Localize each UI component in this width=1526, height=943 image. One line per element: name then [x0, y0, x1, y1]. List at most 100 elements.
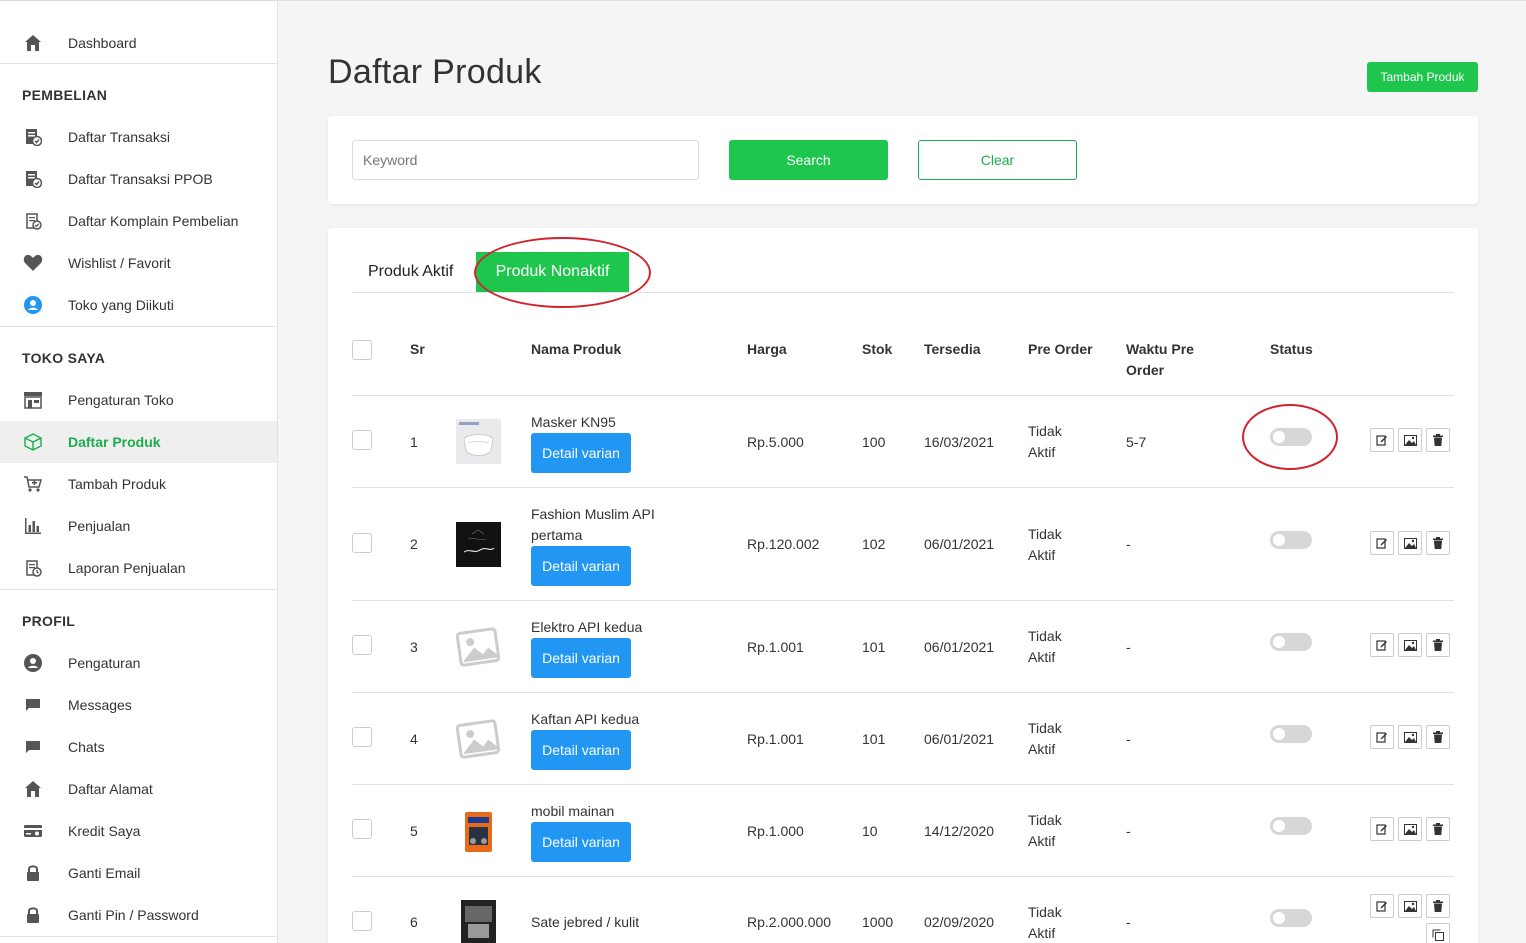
product-name-line1: Fashion Muslim API: [531, 506, 655, 522]
tambah-produk-button[interactable]: Tambah Produk: [1367, 62, 1478, 92]
sidebar-item-wishlist[interactable]: Wishlist / Favorit: [0, 242, 277, 284]
image-icon[interactable]: [1398, 894, 1422, 918]
sidebar-item-daftar-komplain[interactable]: Daftar Komplain Pembelian: [0, 200, 277, 242]
cell-pre-order: Tidak Aktif: [1028, 421, 1062, 463]
detail-varian-button[interactable]: Detail varian: [531, 546, 631, 586]
row-checkbox[interactable]: [352, 819, 372, 839]
receipt-check-icon: [22, 127, 44, 147]
sidebar-item-daftar-transaksi-ppob[interactable]: Daftar Transaksi PPOB: [0, 158, 277, 200]
sidebar-item-messages[interactable]: Messages: [0, 684, 277, 726]
cell-sr: 6: [410, 914, 418, 930]
header-waktu-line1: Waktu Pre: [1126, 341, 1194, 357]
cell-product-name: Masker KN95: [531, 414, 616, 430]
row-checkbox[interactable]: [352, 911, 372, 931]
image-icon[interactable]: [1398, 633, 1422, 657]
section-header-profil: PROFIL: [22, 613, 76, 629]
detail-varian-button[interactable]: Detail varian: [531, 433, 631, 473]
cell-waktu-pre-order: -: [1126, 731, 1131, 747]
status-toggle[interactable]: [1270, 531, 1312, 549]
copy-icon[interactable]: [1426, 923, 1450, 943]
sidebar-item-daftar-alamat[interactable]: Daftar Alamat: [0, 768, 277, 810]
detail-varian-button[interactable]: Detail varian: [531, 822, 631, 862]
sidebar-item-ganti-pin[interactable]: Ganti Pin / Password: [0, 894, 277, 936]
sidebar-item-pengaturan[interactable]: Pengaturan: [0, 642, 277, 684]
sidebar-item-label: Pengaturan: [68, 655, 141, 671]
delete-icon[interactable]: [1426, 531, 1450, 555]
row-checkbox[interactable]: [352, 635, 372, 655]
header-waktu-pre-order: Waktu Pre Order: [1126, 339, 1194, 381]
cell-pre-order: Tidak Aktif: [1028, 718, 1062, 760]
edit-icon[interactable]: [1370, 725, 1394, 749]
image-icon[interactable]: [1398, 428, 1422, 452]
sidebar-item-laporan-penjualan[interactable]: Laporan Penjualan: [0, 547, 277, 589]
tab-produk-aktif[interactable]: Produk Aktif: [368, 252, 453, 292]
detail-varian-button[interactable]: Detail varian: [531, 730, 631, 770]
divider: [0, 936, 277, 937]
clipboard-check-icon: [22, 211, 44, 231]
product-name-line2: pertama: [531, 527, 583, 543]
sidebar-item-label: Penjualan: [68, 518, 131, 534]
pre-order-line1: Tidak: [1028, 904, 1062, 920]
cell-tersedia: 02/09/2020: [924, 914, 995, 930]
header-pre-order: Pre Order: [1028, 341, 1093, 357]
image-icon[interactable]: [1398, 817, 1422, 841]
row-divider: [352, 600, 1454, 601]
image-icon[interactable]: [1398, 531, 1422, 555]
edit-icon[interactable]: [1370, 894, 1394, 918]
sidebar-item-ganti-email[interactable]: Ganti Email: [0, 852, 277, 894]
clear-button[interactable]: Clear: [918, 140, 1077, 180]
sidebar-item-chats[interactable]: Chats: [0, 726, 277, 768]
cell-stok: 10: [862, 823, 878, 839]
sidebar-item-toko-diikuti[interactable]: Toko yang Diikuti: [0, 284, 277, 326]
cell-product-name: Kaftan API kedua: [531, 711, 640, 727]
header-waktu-line2: Order: [1126, 362, 1165, 378]
row-checkbox[interactable]: [352, 727, 372, 747]
status-toggle[interactable]: [1270, 633, 1312, 651]
sidebar-item-label: Daftar Produk: [68, 434, 161, 450]
row-checkbox[interactable]: [352, 533, 372, 553]
sidebar-item-pengaturan-toko[interactable]: Pengaturan Toko: [0, 379, 277, 421]
edit-icon[interactable]: [1370, 531, 1394, 555]
cell-sr: 1: [410, 434, 418, 450]
cell-stok: 102: [862, 536, 886, 552]
delete-icon[interactable]: [1426, 894, 1450, 918]
edit-icon[interactable]: [1370, 817, 1394, 841]
delete-icon[interactable]: [1426, 428, 1450, 452]
status-toggle[interactable]: [1270, 909, 1312, 927]
placeholder-image-icon: [455, 625, 501, 670]
status-toggle[interactable]: [1270, 817, 1312, 835]
cell-product-name: Fashion Muslim API pertama: [531, 504, 655, 546]
bar-chart-icon: [22, 516, 44, 536]
delete-icon[interactable]: [1426, 633, 1450, 657]
select-all-checkbox[interactable]: [352, 340, 372, 360]
row-checkbox[interactable]: [352, 430, 372, 450]
cell-harga: Rp.1.000: [747, 823, 804, 839]
status-toggle[interactable]: [1270, 725, 1312, 743]
sidebar-item-daftar-transaksi[interactable]: Daftar Transaksi: [0, 116, 277, 158]
sidebar-item-tambah-produk[interactable]: Tambah Produk: [0, 463, 277, 505]
sidebar-item-dashboard[interactable]: Dashboard: [0, 22, 277, 64]
row-divider: [352, 487, 1454, 488]
sidebar-item-daftar-produk[interactable]: Daftar Produk: [0, 421, 277, 463]
delete-icon[interactable]: [1426, 725, 1450, 749]
keyword-input[interactable]: [352, 140, 699, 180]
sidebar-item-kredit-saya[interactable]: Kredit Saya: [0, 810, 277, 852]
cell-waktu-pre-order: -: [1126, 536, 1131, 552]
sidebar-item-label: Chats: [68, 739, 105, 755]
product-image-fashion: [456, 522, 501, 567]
clipboard-report-icon: [22, 558, 44, 578]
delete-icon[interactable]: [1426, 817, 1450, 841]
header-status: Status: [1270, 341, 1313, 357]
edit-icon[interactable]: [1370, 633, 1394, 657]
home-icon: [22, 779, 44, 799]
edit-icon[interactable]: [1370, 428, 1394, 452]
detail-varian-button[interactable]: Detail varian: [531, 638, 631, 678]
sidebar-item-penjualan[interactable]: Penjualan: [0, 505, 277, 547]
image-icon[interactable]: [1398, 725, 1422, 749]
search-button[interactable]: Search: [729, 140, 888, 180]
cell-pre-order: Tidak Aktif: [1028, 810, 1062, 852]
sidebar-item-label: Pengaturan Toko: [68, 392, 174, 408]
box-icon: [22, 432, 44, 452]
row-divider: [352, 876, 1454, 877]
search-card: Search Clear: [328, 116, 1478, 204]
